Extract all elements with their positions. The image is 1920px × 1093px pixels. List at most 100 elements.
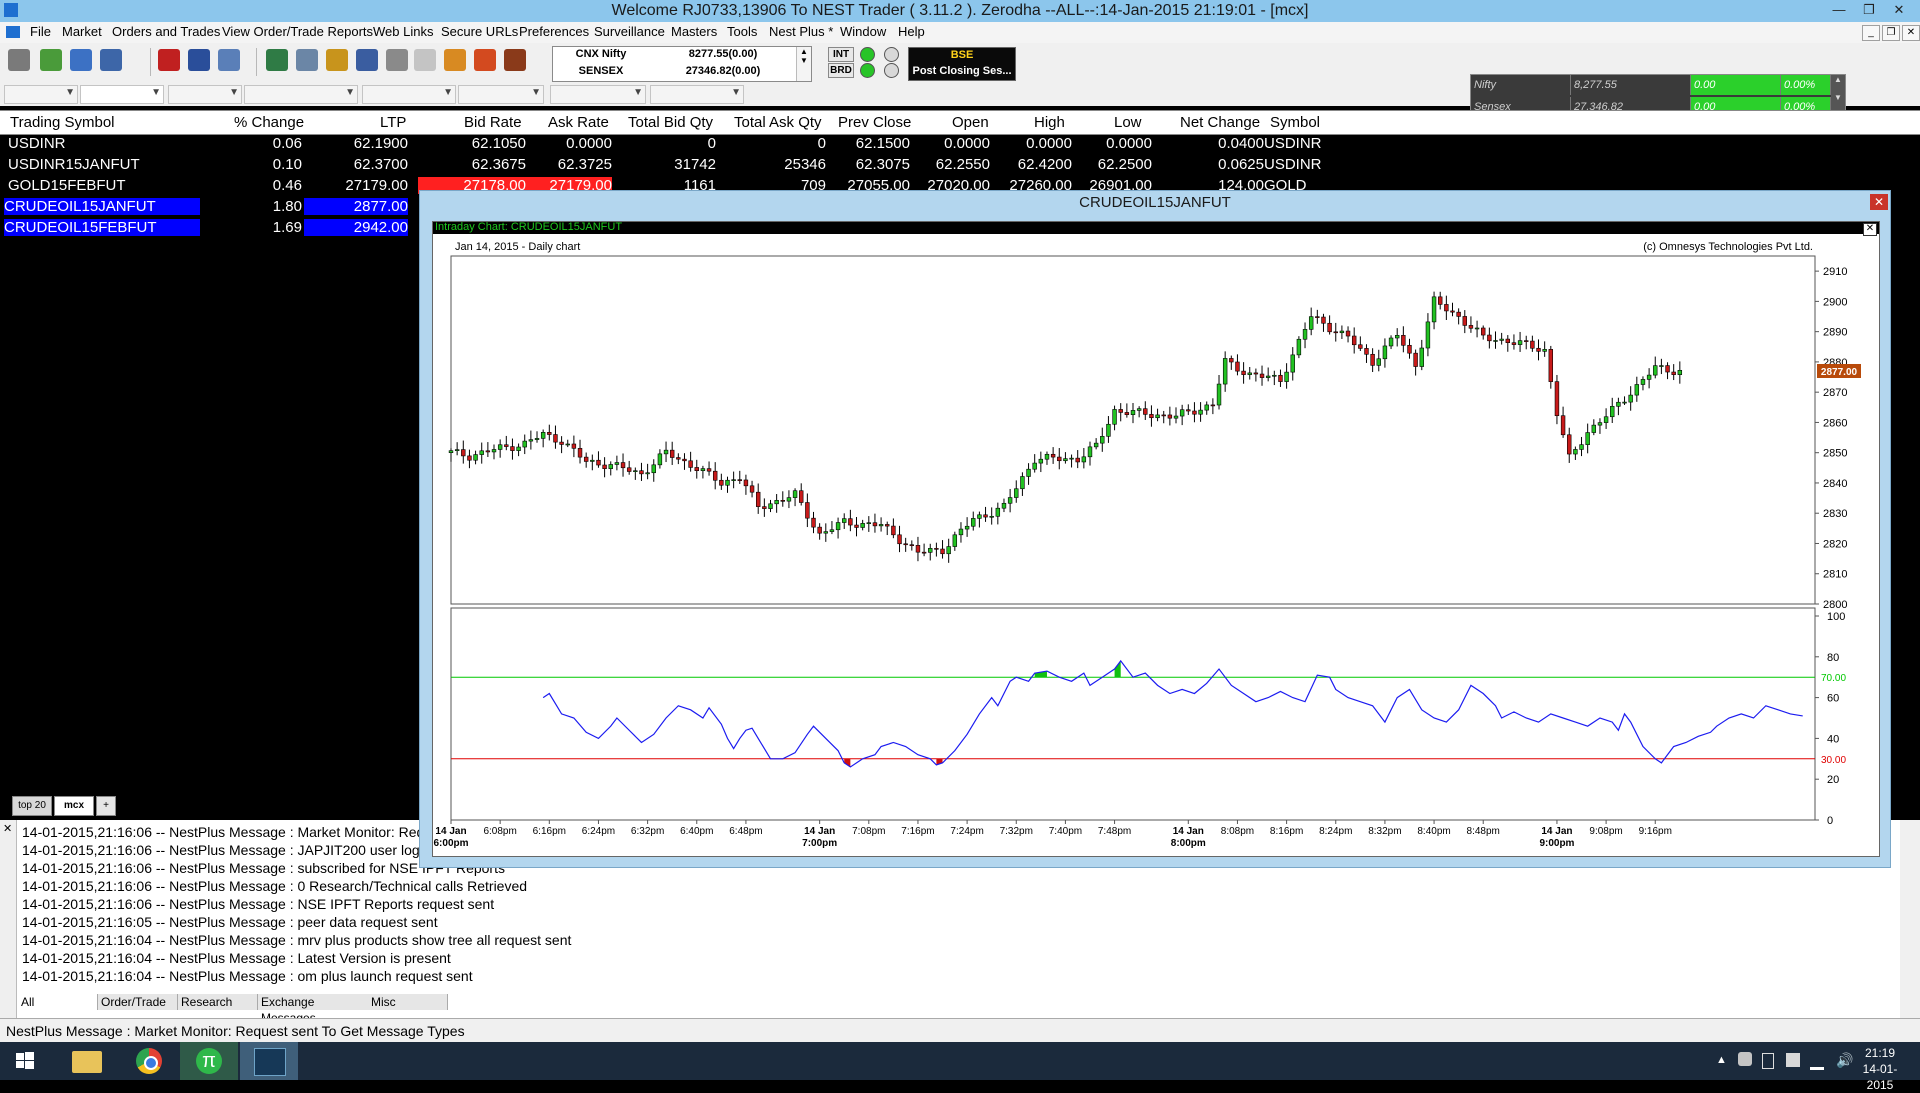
menu-secure-urls[interactable]: Secure URLs	[441, 24, 518, 39]
tab-add[interactable]: +	[96, 796, 116, 816]
margin-icon[interactable]	[386, 49, 408, 71]
filter-series[interactable]: ▼	[550, 85, 646, 104]
menu-orders-and-trades[interactable]: Orders and Trades	[112, 24, 220, 39]
taskbar-explorer[interactable]	[58, 1042, 116, 1080]
index-scroll[interactable]: ▲ ▼	[796, 47, 811, 81]
candle-body	[1567, 434, 1572, 455]
close-button[interactable]: ✕	[1886, 1, 1912, 19]
tools-icon[interactable]	[504, 49, 526, 71]
alerts-icon[interactable]	[444, 49, 466, 71]
wifi-icon[interactable]	[1810, 1053, 1824, 1070]
msg-tab-research[interactable]: Research	[178, 994, 258, 1010]
snap-quote-icon[interactable]	[266, 49, 288, 71]
menu-preferences[interactable]: Preferences	[519, 24, 589, 39]
candle-body	[1014, 488, 1019, 498]
filter-expiry[interactable]: ▼	[244, 85, 358, 104]
filter-group[interactable]: ▼	[650, 85, 744, 104]
mini-nifty-value: 8,277.55	[1571, 75, 1691, 95]
chart-window-close-button[interactable]: ✕	[1870, 194, 1888, 210]
connect-icon[interactable]	[8, 49, 30, 71]
col-low[interactable]: Low	[1114, 114, 1142, 131]
menu-web-links[interactable]: Web Links	[373, 24, 433, 39]
positions-icon[interactable]	[188, 49, 210, 71]
taskbar-pi-app[interactable]: π	[180, 1042, 238, 1080]
candle-body	[1554, 381, 1560, 417]
market-row[interactable]: USDINR15JANFUT 0.10 62.3700 62.3675 62.3…	[0, 155, 1920, 176]
candle-body	[1259, 373, 1265, 378]
col-total-bid-qty[interactable]: Total Bid Qty	[628, 114, 713, 131]
filter-symbol[interactable]: ▼	[168, 85, 242, 104]
candle-body	[823, 531, 828, 534]
menu-market[interactable]: Market	[62, 24, 102, 39]
candle-body	[1388, 337, 1394, 347]
time-label-day: 14 Jan	[1541, 826, 1572, 837]
col-ask-rate[interactable]: Ask Rate	[548, 114, 609, 131]
taskbar-chrome[interactable]	[120, 1042, 178, 1080]
filter-instrument[interactable]: ▼	[80, 85, 164, 104]
col-ltp[interactable]: LTP	[380, 114, 406, 131]
menu-help[interactable]: Help	[898, 24, 925, 39]
candle-body	[1302, 329, 1308, 340]
msg-tab-exchange-messages[interactable]: Exchange Messages	[258, 994, 370, 1025]
col-symbol[interactable]: Symbol	[1270, 114, 1320, 131]
menu-nest-plus[interactable]: Nest Plus *	[769, 24, 833, 39]
tab-mcx[interactable]: mcx	[54, 796, 94, 816]
price-tick-label: 2850	[1823, 448, 1847, 460]
candle-body	[1462, 316, 1467, 326]
market-row[interactable]: USDINR 0.06 62.1900 62.1050 0.0000 0 0 6…	[0, 134, 1920, 155]
candlestick-chart[interactable]: Jan 14, 2015 - Daily chart (c) Omnesys Te…	[433, 234, 1879, 854]
reports-icon[interactable]	[356, 49, 378, 71]
candle-body	[1530, 340, 1535, 349]
tray-arrow-icon[interactable]: ▲	[1716, 1054, 1727, 1066]
clock[interactable]: 21:19 14-01-2015	[1850, 1045, 1910, 1093]
menu-view-reports[interactable]: View Order/Trade Reports	[222, 24, 373, 39]
sell-order-icon[interactable]	[158, 49, 180, 71]
tab-top-20[interactable]: top 20	[12, 796, 52, 816]
filter-strike[interactable]: ▼	[458, 85, 544, 104]
holdings-icon[interactable]	[218, 49, 240, 71]
trade-book-icon[interactable]	[100, 49, 122, 71]
taskbar-nest-trader[interactable]	[240, 1042, 298, 1080]
order-book-icon[interactable]	[70, 49, 92, 71]
mdi-close-button[interactable]: ✕	[1902, 25, 1920, 41]
maximize-button[interactable]: ❐	[1856, 1, 1882, 19]
flag-icon[interactable]	[1786, 1053, 1800, 1067]
menu-masters[interactable]: Masters	[671, 24, 717, 39]
msg-tab-misc[interactable]: Misc	[368, 994, 448, 1010]
col-net-change[interactable]: Net Change	[1180, 114, 1260, 131]
col-pct-change[interactable]: % Change	[234, 114, 304, 131]
chart-window[interactable]: CRUDEOIL15JANFUT ✕ Intraday Chart: CRUDE…	[419, 190, 1891, 868]
msg-tab-order-trade[interactable]: Order/Trade	[98, 994, 178, 1010]
col-open[interactable]: Open	[952, 114, 989, 131]
message-close-icon[interactable]: ✕	[3, 822, 12, 835]
message-scrollbar[interactable]	[1900, 820, 1920, 1018]
browser-icon[interactable]	[474, 49, 496, 71]
filter-option[interactable]: ▼	[362, 85, 456, 104]
col-bid-rate[interactable]: Bid Rate	[464, 114, 522, 131]
message-line: 14-01-2015,21:16:04 -- NestPlus Message …	[22, 968, 473, 984]
chart-icon[interactable]	[326, 49, 348, 71]
battery-icon[interactable]	[1762, 1053, 1774, 1069]
chart-subtitle: Jan 14, 2015 - Daily chart	[455, 241, 580, 253]
msg-tab-all[interactable]: All	[18, 994, 98, 1010]
col-high[interactable]: High	[1034, 114, 1065, 131]
filter-exchange[interactable]: ▼	[4, 85, 78, 104]
start-button[interactable]	[0, 1042, 52, 1080]
time-label: 8:24pm	[1319, 826, 1352, 837]
col-trading-symbol[interactable]: Trading Symbol	[10, 114, 115, 131]
app-menu-icon[interactable]	[6, 26, 20, 38]
tray-app-icon[interactable]	[1738, 1052, 1752, 1066]
settings-icon[interactable]	[414, 49, 436, 71]
menu-file[interactable]: File	[30, 24, 51, 39]
market-depth-icon[interactable]	[296, 49, 318, 71]
col-prev-close[interactable]: Prev Close	[838, 114, 911, 131]
menu-surveillance[interactable]: Surveillance	[594, 24, 665, 39]
mdi-minimize-button[interactable]: _	[1862, 25, 1880, 41]
buy-order-icon[interactable]	[40, 49, 62, 71]
minimize-button[interactable]: —	[1826, 1, 1852, 19]
menu-window[interactable]: Window	[840, 24, 886, 39]
menu-tools[interactable]: Tools	[727, 24, 757, 39]
col-total-ask-qty[interactable]: Total Ask Qty	[734, 114, 822, 131]
mdi-restore-button[interactable]: ❐	[1882, 25, 1900, 41]
indicator-tick-label: 60	[1827, 693, 1839, 705]
